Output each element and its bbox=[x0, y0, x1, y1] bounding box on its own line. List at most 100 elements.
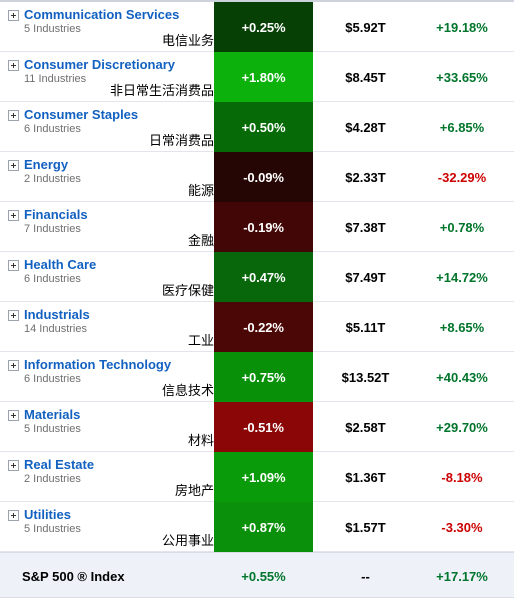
daily-change-heat-cell: -0.19% bbox=[214, 202, 313, 252]
sector-name-line: Materials bbox=[8, 407, 214, 422]
index-name-label: S&P 500 ® Index bbox=[22, 568, 125, 584]
sector-name-cn-label: 信息技术 bbox=[161, 384, 214, 399]
daily-change-heat-cell: -0.09% bbox=[214, 152, 313, 202]
sector-name-line: Utilities bbox=[8, 507, 214, 522]
plus-box-icon[interactable] bbox=[8, 460, 19, 471]
market-cap-value: $5.92T bbox=[345, 19, 386, 35]
plus-box-icon[interactable] bbox=[8, 110, 19, 121]
plus-box-icon[interactable] bbox=[8, 410, 19, 421]
sidebar-item-10-label[interactable]: Utilities bbox=[24, 507, 71, 522]
sidebar-item-0-label[interactable]: Communication Services bbox=[24, 7, 179, 22]
sector-name-cell: Industrials 14 Industries 工业 bbox=[0, 302, 214, 352]
ytd-change-value: +33.65% bbox=[436, 69, 488, 85]
plus-box-icon[interactable] bbox=[8, 260, 19, 271]
daily-change-value: +0.75% bbox=[241, 369, 286, 385]
ytd-change-value: +19.18% bbox=[436, 19, 488, 35]
table-row[interactable]: Industrials 14 Industries 工业 -0.22% $5.11T +8… bbox=[0, 302, 514, 352]
sector-name-line: Financials bbox=[8, 207, 214, 222]
market-cap-value: $4.28T bbox=[345, 119, 386, 135]
daily-change-heat-cell: +0.75% bbox=[214, 352, 313, 402]
market-cap-value: $1.57T bbox=[345, 519, 386, 535]
sidebar-item-7-label[interactable]: Information Technology bbox=[24, 357, 171, 372]
sector-name-cell: Materials 5 Industries 材料 bbox=[0, 402, 214, 452]
market-cap-value: $2.58T bbox=[345, 419, 386, 435]
sector-name-cn-label: 能源 bbox=[187, 184, 214, 199]
plus-box-icon[interactable] bbox=[8, 10, 19, 21]
sidebar-item-4-label[interactable]: Financials bbox=[24, 207, 88, 222]
sidebar-item-8-label[interactable]: Materials bbox=[24, 407, 80, 422]
plus-box-icon[interactable] bbox=[8, 510, 19, 521]
daily-change-heat-cell: +0.50% bbox=[214, 102, 313, 152]
sidebar-item-9-label[interactable]: Real Estate bbox=[24, 457, 94, 472]
daily-change-heat-cell: -0.51% bbox=[214, 402, 313, 452]
sector-name-cell: Energy 2 Industries 能源 bbox=[0, 152, 214, 202]
plus-box-icon[interactable] bbox=[8, 360, 19, 371]
ytd-change-value: -32.29% bbox=[437, 169, 487, 185]
daily-change-heat-cell: +1.80% bbox=[214, 52, 313, 102]
index-market-cap-value: -- bbox=[361, 568, 370, 584]
industry-count-label: 7 Industries bbox=[24, 223, 81, 235]
ytd-change-value: +0.78% bbox=[439, 219, 485, 235]
daily-change-heat-cell: +0.47% bbox=[214, 252, 313, 302]
sector-name-cn-label: 日常消费品 bbox=[148, 134, 214, 149]
daily-change-value: -0.09% bbox=[243, 169, 284, 185]
daily-change-value: +1.09% bbox=[241, 469, 286, 485]
daily-change-value: +0.50% bbox=[241, 119, 286, 135]
sector-rows: Communication Services 5 Industries 电信业务 +0… bbox=[0, 2, 514, 552]
sidebar-item-1-label[interactable]: Consumer Discretionary bbox=[24, 57, 175, 72]
sidebar-item-5-label[interactable]: Health Care bbox=[24, 257, 96, 272]
table-row[interactable]: Energy 2 Industries 能源 -0.09% $2.33T -32.29% bbox=[0, 152, 514, 202]
market-cap-value: $1.36T bbox=[345, 469, 386, 485]
daily-change-value: -0.51% bbox=[243, 419, 284, 435]
sector-name-cn-label: 材料 bbox=[187, 434, 214, 449]
table-row[interactable]: Financials 7 Industries 金融 -0.19% $7.38T +0.7… bbox=[0, 202, 514, 252]
market-cap-value: $7.49T bbox=[345, 269, 386, 285]
ytd-change-value: +29.70% bbox=[436, 419, 488, 435]
table-row[interactable]: Communication Services 5 Industries 电信业务 +0… bbox=[0, 2, 514, 52]
sidebar-item-2-label[interactable]: Consumer Staples bbox=[24, 107, 138, 122]
table-row[interactable]: Real Estate 2 Industries 房地产 +1.09% $1.36T -8… bbox=[0, 452, 514, 502]
plus-box-icon[interactable] bbox=[8, 210, 19, 221]
sector-name-cell: Real Estate 2 Industries 房地产 bbox=[0, 452, 214, 502]
sector-name-cn-label: 公用事业 bbox=[161, 534, 214, 549]
daily-change-value: +0.87% bbox=[241, 519, 286, 535]
sidebar-item-6-label[interactable]: Industrials bbox=[24, 307, 90, 322]
ytd-change-value: +14.72% bbox=[436, 269, 488, 285]
daily-change-heat-cell: +0.87% bbox=[214, 502, 313, 552]
sector-name-cn-label: 非日常生活消费品 bbox=[109, 84, 214, 99]
daily-change-value: +1.80% bbox=[241, 69, 286, 85]
table-row[interactable]: Materials 5 Industries 材料 -0.51% $2.58T +29.7… bbox=[0, 402, 514, 452]
industry-count-label: 5 Industries bbox=[24, 423, 81, 435]
market-cap-value: $8.45T bbox=[345, 69, 386, 85]
sector-name-cell: Health Care 6 Industries 医疗保健 bbox=[0, 252, 214, 302]
ytd-change-value: +8.65% bbox=[439, 319, 485, 335]
table-row[interactable]: Health Care 6 Industries 医疗保健 +0.47% $7.49T +… bbox=[0, 252, 514, 302]
table-row[interactable]: Information Technology 6 Industries 信息技术 +0… bbox=[0, 352, 514, 402]
daily-change-heat-cell: +0.25% bbox=[214, 2, 313, 52]
sector-name-line: Health Care bbox=[8, 257, 214, 272]
sector-name-cell: Information Technology 6 Industries 信息技术 bbox=[0, 352, 214, 402]
table-row[interactable]: Consumer Staples 6 Industries 日常消费品 +0.50% $… bbox=[0, 102, 514, 152]
sector-name-cell: Utilities 5 Industries 公用事业 bbox=[0, 502, 214, 552]
sector-name-line: Industrials bbox=[8, 307, 214, 322]
sector-name-line: Consumer Discretionary bbox=[8, 57, 214, 72]
daily-change-heat-cell: +1.09% bbox=[214, 452, 313, 502]
sector-name-cn-label: 工业 bbox=[187, 334, 214, 349]
table-row[interactable]: Consumer Discretionary 11 Industries 非日常生活… bbox=[0, 52, 514, 102]
sector-name-line: Information Technology bbox=[8, 357, 214, 372]
market-cap-value: $2.33T bbox=[345, 169, 386, 185]
plus-box-icon[interactable] bbox=[8, 60, 19, 71]
sector-name-line: Real Estate bbox=[8, 457, 214, 472]
index-change-value: +0.55% bbox=[241, 568, 286, 584]
market-cap-value: $5.11T bbox=[345, 319, 386, 335]
table-row[interactable]: Utilities 5 Industries 公用事业 +0.87% $1.57T -3.… bbox=[0, 502, 514, 552]
plus-box-icon[interactable] bbox=[8, 310, 19, 321]
sidebar-item-3-label[interactable]: Energy bbox=[24, 157, 68, 172]
sector-name-cn-label: 房地产 bbox=[174, 484, 214, 499]
sector-name-line: Energy bbox=[8, 157, 214, 172]
industry-count-label: 2 Industries bbox=[24, 173, 81, 185]
plus-box-icon[interactable] bbox=[8, 160, 19, 171]
daily-change-value: +0.25% bbox=[241, 19, 286, 35]
sector-name-cn-label: 电信业务 bbox=[161, 34, 214, 49]
sector-name-cn-label: 金融 bbox=[187, 234, 214, 249]
